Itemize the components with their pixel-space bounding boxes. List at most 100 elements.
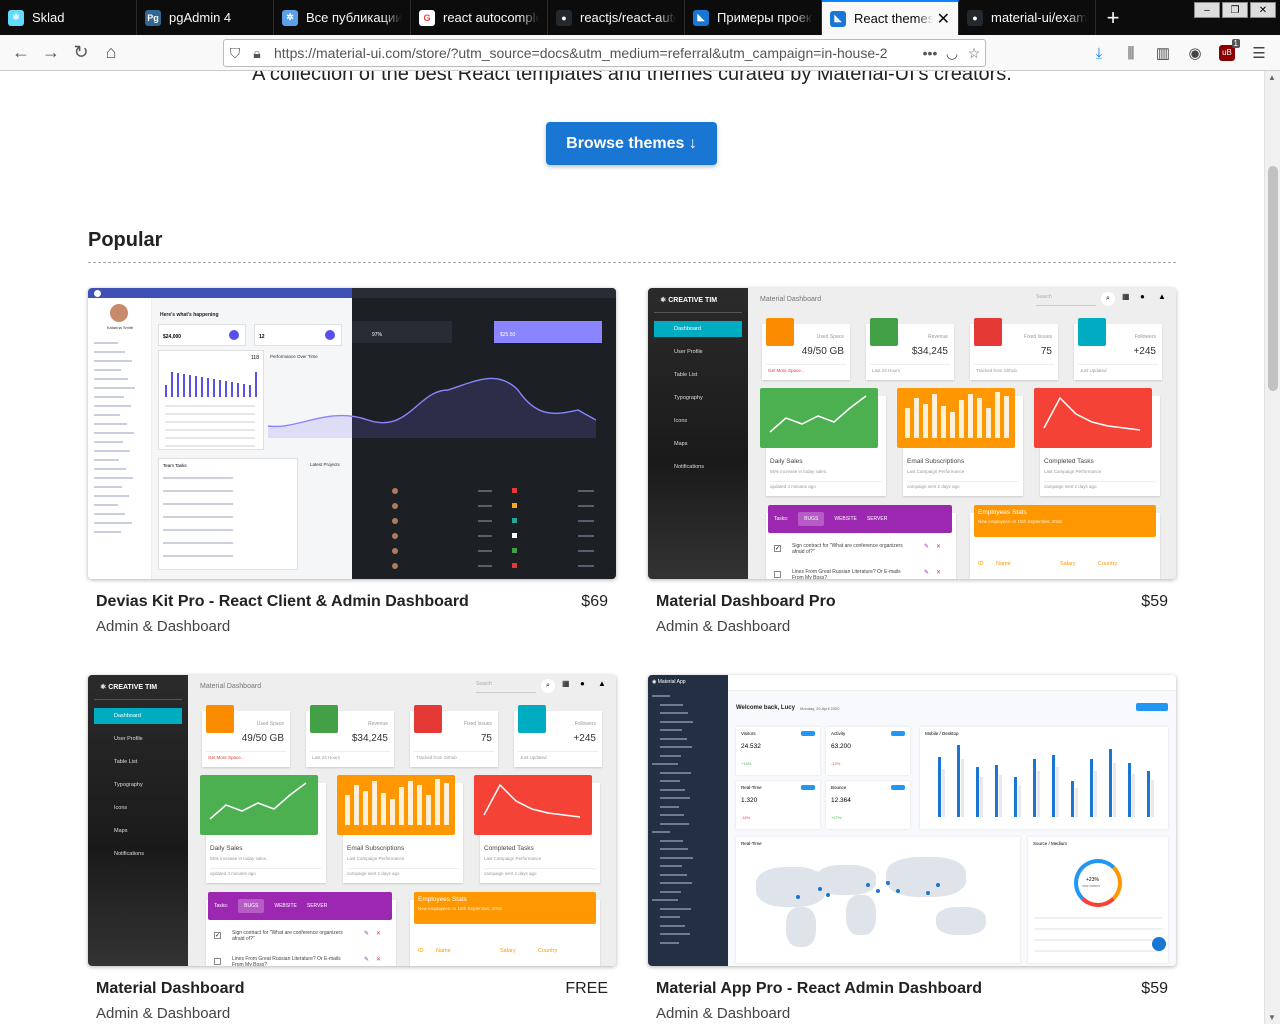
sidebar-item[interactable]: [652, 763, 678, 765]
search-field[interactable]: Search: [476, 681, 536, 693]
browser-tab[interactable]: ● reactjs/react-auto: [548, 0, 685, 35]
maximize-button[interactable]: ❐: [1222, 2, 1248, 18]
forward-button[interactable]: →: [36, 38, 66, 68]
browser-tab[interactable]: ◣ Примеры проект: [685, 0, 822, 35]
sidebar-item[interactable]: [652, 899, 678, 901]
sidebar-item[interactable]: [660, 780, 680, 782]
sidebar-item[interactable]: [660, 797, 690, 799]
reload-button[interactable]: ↻: [66, 38, 96, 68]
browser-tab[interactable]: ● material-ui/examp: [959, 0, 1096, 35]
sidebar-item[interactable]: [94, 351, 125, 353]
browser-tab[interactable]: ◣ React themes ✕: [822, 0, 959, 35]
sidebar-item[interactable]: [660, 856, 693, 859]
product-card-devias[interactable]: Katarina Smith Here's what's happening $24…: [88, 288, 616, 635]
sidebar-item[interactable]: [660, 737, 687, 740]
sidebar-item[interactable]: [660, 720, 693, 723]
product-title[interactable]: Devias Kit Pro - React Client & Admin Da…: [96, 593, 469, 611]
sidebar-item[interactable]: [94, 405, 131, 407]
fab-button[interactable]: [1152, 937, 1166, 951]
sidebar-item[interactable]: Notifications: [654, 459, 742, 475]
edit-icon[interactable]: ✎: [924, 569, 929, 576]
sidebar-item[interactable]: [660, 890, 681, 893]
sidebar-item[interactable]: [660, 873, 687, 876]
address-bar[interactable]: ⛉ 🔒︎ https://material-ui.com/store/?utm_…: [223, 39, 986, 67]
product-card-material-dashboard-pro[interactable]: ⚛ CREATIVE TIM Dashboard User Profile Table…: [648, 288, 1176, 635]
sidebar-item[interactable]: Maps: [654, 436, 742, 452]
sidebar-item[interactable]: [94, 522, 132, 524]
sidebar-item[interactable]: Notifications: [94, 846, 182, 862]
delete-icon[interactable]: ✕: [376, 956, 381, 963]
sidebar-icon[interactable]: ▥: [1150, 39, 1176, 67]
sidebar-item[interactable]: [652, 695, 670, 697]
close-tab-icon[interactable]: ✕: [937, 9, 950, 29]
sidebar-item[interactable]: [660, 865, 682, 867]
task-checkbox[interactable]: ✓: [774, 545, 781, 552]
url-text[interactable]: https://material-ui.com/store/?utm_sourc…: [274, 45, 894, 61]
tasks-tab[interactable]: WEBSITE: [834, 516, 857, 522]
sidebar-item[interactable]: Table List: [654, 367, 742, 383]
tasks-tab[interactable]: WEBSITE: [274, 903, 297, 909]
sidebar-item[interactable]: [652, 831, 670, 833]
sidebar-item[interactable]: [660, 933, 690, 935]
menu-icon[interactable]: ☰: [1246, 39, 1272, 67]
grid-icon[interactable]: ▦: [562, 679, 570, 688]
minimize-button[interactable]: –: [1194, 2, 1220, 18]
sidebar-item[interactable]: [660, 703, 683, 706]
sidebar-item[interactable]: [94, 441, 123, 443]
browser-tab[interactable]: Greact autocomplet: [411, 0, 548, 35]
sidebar-item[interactable]: [660, 924, 685, 927]
sidebar-item[interactable]: [660, 907, 691, 910]
pocket-icon[interactable]: ◡: [941, 45, 963, 62]
sidebar-item[interactable]: [660, 916, 680, 918]
sidebar-item[interactable]: [660, 814, 684, 816]
grid-icon[interactable]: ▦: [1122, 292, 1130, 301]
sidebar-item[interactable]: User Profile: [94, 731, 182, 747]
bell-icon[interactable]: ●: [580, 679, 585, 688]
sidebar-item[interactable]: [94, 369, 121, 371]
library-icon[interactable]: ⫼: [1118, 39, 1144, 67]
tasks-tab[interactable]: BUGS: [798, 512, 825, 526]
task-checkbox[interactable]: [214, 958, 221, 965]
browse-themes-button[interactable]: Browse themes ↓: [546, 122, 717, 165]
sidebar-item[interactable]: [660, 941, 679, 944]
close-window-button[interactable]: ✕: [1250, 2, 1276, 18]
home-button[interactable]: ⌂: [96, 38, 126, 68]
sidebar-item[interactable]: [94, 459, 119, 461]
browser-tab[interactable]: ✲ Все публикации: [274, 0, 411, 35]
sidebar-item[interactable]: [660, 788, 685, 791]
sidebar-item[interactable]: [94, 468, 126, 470]
sidebar-item[interactable]: Typography: [654, 390, 742, 406]
sidebar-item[interactable]: [94, 495, 129, 497]
sidebar-item[interactable]: Maps: [94, 823, 182, 839]
bell-icon[interactable]: ●: [1140, 292, 1145, 301]
edit-icon[interactable]: ✎: [364, 956, 369, 963]
search-field[interactable]: Search: [1036, 294, 1096, 306]
sidebar-item[interactable]: [660, 754, 681, 757]
sidebar-item[interactable]: [660, 712, 688, 714]
product-preview-image[interactable]: Katarina Smith Here's what's happening $24…: [88, 288, 616, 579]
sidebar-item[interactable]: [94, 387, 135, 389]
scroll-down-icon[interactable]: ▼: [1268, 1013, 1276, 1022]
download-icon[interactable]: ⤓: [1086, 39, 1112, 67]
sidebar-item[interactable]: [94, 432, 134, 434]
sidebar-item[interactable]: [94, 378, 128, 380]
sidebar-item[interactable]: [94, 414, 120, 416]
edit-icon[interactable]: ✎: [924, 543, 929, 550]
delete-icon[interactable]: ✕: [376, 930, 381, 937]
sidebar-item[interactable]: [94, 531, 121, 533]
sidebar-item[interactable]: User Profile: [654, 344, 742, 360]
product-title[interactable]: Material App Pro - React Admin Dashboard: [656, 980, 982, 998]
sidebar-item[interactable]: Icons: [654, 413, 742, 429]
product-preview-image[interactable]: ⚛ CREATIVE TIM Dashboard User Profile Table…: [648, 288, 1176, 579]
user-icon[interactable]: ▲: [1158, 292, 1166, 301]
scroll-up-icon[interactable]: ▲: [1268, 73, 1276, 82]
sidebar-item[interactable]: [94, 486, 122, 488]
sidebar-item[interactable]: [94, 423, 127, 425]
sidebar-item[interactable]: [94, 504, 118, 506]
account-icon[interactable]: ◉: [1182, 39, 1208, 67]
tasks-tab[interactable]: SERVER: [867, 516, 887, 522]
user-icon[interactable]: ▲: [598, 679, 606, 688]
sidebar-item[interactable]: Typography: [94, 777, 182, 793]
sidebar-item[interactable]: [94, 513, 125, 515]
vertical-scrollbar[interactable]: ▲ ▼: [1264, 71, 1280, 1024]
